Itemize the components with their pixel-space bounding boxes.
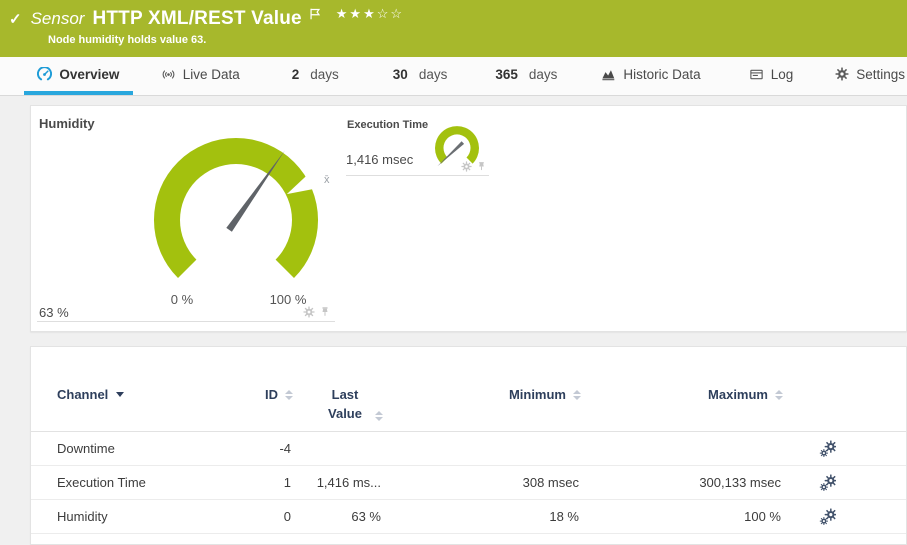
tab-label: Overview (59, 67, 119, 82)
channel-last-value: 1,416 ms... (293, 466, 383, 500)
tab-label: Live Data (183, 67, 240, 82)
channels-table: Channel ID Last Value (31, 347, 906, 534)
tab-number: 30 (393, 67, 408, 82)
chart-icon (601, 67, 616, 82)
channel-minimum: 18 % (383, 500, 581, 534)
gauge-scale-max: 100 % (259, 292, 317, 307)
channel-id: -4 (227, 432, 293, 466)
tab-live-data[interactable]: Live Data (159, 57, 242, 95)
channel-maximum: 300,133 msec (581, 466, 783, 500)
sort-icon (375, 411, 383, 421)
sensor-kicker: Sensor (31, 9, 85, 29)
tab-historic-data[interactable]: Historic Data (599, 57, 702, 95)
page-title: HTTP XML/REST Value (92, 8, 301, 30)
gauge-tab-icon (37, 67, 52, 82)
chevron-down-icon (116, 392, 124, 397)
channel-minimum: 308 msec (383, 466, 581, 500)
channel-name[interactable]: Execution Time (31, 466, 227, 500)
column-header-id: ID (227, 347, 293, 432)
sort-icon (573, 390, 581, 400)
broadcast-icon (161, 67, 176, 82)
channel-last-value (293, 432, 383, 466)
channel-last-value: 63 % (293, 500, 383, 534)
channel-settings-gears-icon[interactable] (819, 508, 836, 525)
channel-actions (783, 466, 906, 500)
tab-label: Settings (856, 67, 905, 82)
column-header-maximum: Maximum (581, 347, 783, 432)
sort-icon (775, 390, 783, 400)
tab-log[interactable]: Log (747, 57, 796, 95)
tab-2-days[interactable]: 2 days (290, 57, 341, 95)
humidity-current-value: 63 % (39, 305, 69, 320)
column-label: ID (265, 385, 278, 404)
channels-table-panel: Channel ID Last Value (30, 346, 907, 545)
sensor-status-message: Node humidity holds value 63. (48, 34, 907, 46)
sort-by-maximum[interactable]: Maximum (581, 385, 783, 404)
widget-pin-icon[interactable] (319, 306, 331, 318)
execution-time-gauge (425, 118, 489, 182)
tab-word: days (529, 67, 558, 82)
execution-time-gauge-title: Execution Time (347, 119, 428, 131)
tab-overview[interactable]: Overview (24, 57, 133, 95)
tab-30-days[interactable]: 30 days (391, 57, 450, 95)
stars-empty[interactable]: ☆☆ (377, 6, 404, 21)
column-header-minimum: Minimum (383, 347, 581, 432)
column-header-actions (783, 347, 906, 432)
channel-actions (783, 500, 906, 534)
column-label: Maximum (708, 385, 768, 404)
channel-maximum: 100 % (581, 500, 783, 534)
column-label: Channel (57, 385, 108, 404)
widget-divider (346, 175, 489, 176)
sensor-status-bar: ✓ Sensor HTTP XML/REST Value ★★★☆☆ Node … (0, 0, 907, 57)
channel-id: 0 (227, 500, 293, 534)
channel-filter-control[interactable]: Channel (31, 385, 227, 404)
humidity-gauge: x̄ (131, 132, 351, 302)
table-row-execution-time: Execution Time 1 1,416 ms... 308 msec 30… (31, 466, 906, 500)
execution-time-current-value: 1,416 msec (346, 152, 413, 167)
tab-label: Log (771, 67, 794, 82)
tab-number: 365 (495, 67, 518, 82)
status-ok-icon: ✓ (9, 10, 22, 28)
channel-name[interactable]: Downtime (31, 432, 227, 466)
gauge-scale-min: 0 % (159, 292, 205, 307)
tab-365-days[interactable]: 365 days (493, 57, 559, 95)
gear-icon (835, 67, 849, 81)
widget-settings-gear-icon[interactable] (461, 161, 472, 172)
channel-actions (783, 432, 906, 466)
widget-settings-gear-icon[interactable] (303, 306, 315, 318)
priority-stars[interactable]: ★★★☆☆ (336, 6, 404, 22)
overview-gauges-panel: Humidity x̄ 0 % 100 % 63 % Execution Tim… (30, 105, 907, 332)
log-list-icon (749, 67, 764, 82)
humidity-gauge-title: Humidity (39, 116, 95, 131)
sort-by-id[interactable]: ID (227, 385, 293, 404)
average-marker: x̄ (324, 174, 330, 186)
tab-number: 2 (292, 67, 300, 82)
tab-label: Historic Data (623, 67, 700, 82)
channel-maximum (581, 432, 783, 466)
tab-word: days (310, 67, 339, 82)
channel-name[interactable]: Humidity (31, 500, 227, 534)
column-header-last-value: Last Value (293, 347, 383, 432)
widget-pin-icon[interactable] (476, 161, 487, 172)
channel-settings-gears-icon[interactable] (819, 440, 836, 457)
priority-flag-icon[interactable] (308, 7, 322, 21)
table-row-humidity: Humidity 0 63 % 18 % 100 % (31, 500, 906, 534)
channel-settings-gears-icon[interactable] (819, 474, 836, 491)
sort-by-last-value[interactable]: Last Value (293, 385, 383, 423)
column-label: Last Value (322, 385, 368, 423)
widget-divider (37, 321, 335, 322)
tab-settings[interactable]: Settings (833, 57, 907, 95)
table-row-downtime: Downtime -4 (31, 432, 906, 466)
tab-bar: Overview Live Data 2 days 30 days 365 da… (0, 57, 907, 96)
tab-word: days (419, 67, 448, 82)
stars-filled[interactable]: ★★★ (336, 6, 377, 21)
sort-by-minimum[interactable]: Minimum (383, 385, 581, 404)
column-header-channel: Channel (31, 347, 227, 432)
channel-minimum (383, 432, 581, 466)
sort-icon (285, 390, 293, 400)
column-label: Minimum (509, 385, 566, 404)
channel-id: 1 (227, 466, 293, 500)
